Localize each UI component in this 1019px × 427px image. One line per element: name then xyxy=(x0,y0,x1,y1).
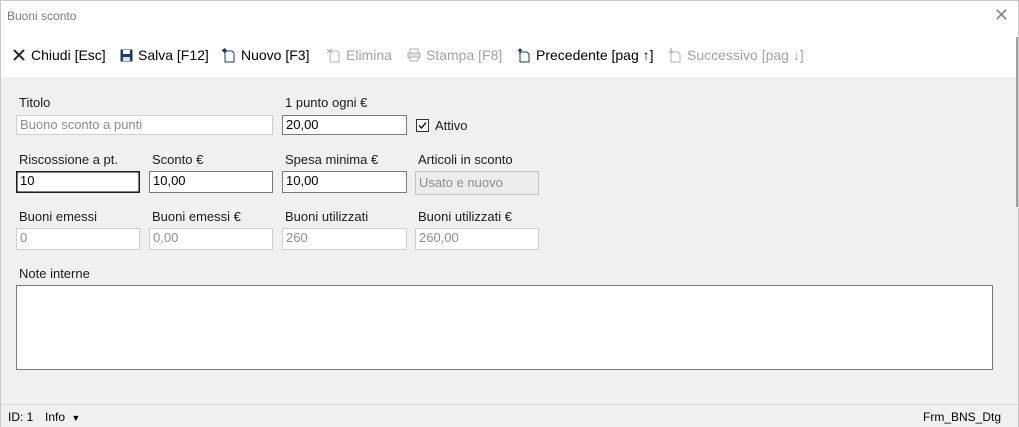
buoni-emessi-label: Buoni emessi xyxy=(19,209,98,224)
buoni-utilizzati-input[interactable]: 260 xyxy=(282,228,407,250)
articoli-label: Articoli in sconto xyxy=(418,152,513,167)
save-button[interactable]: Salva [F12] xyxy=(118,46,209,64)
record-id: ID: 1 xyxy=(8,410,34,424)
next-button[interactable]: Successivo [pag ↓] xyxy=(667,46,804,64)
new-button[interactable]: Nuovo [F3] xyxy=(221,46,309,64)
form-name: Frm_BNS_Dtg xyxy=(923,410,1002,424)
titolo-label: Titolo xyxy=(19,95,51,110)
delete-button[interactable]: Elimina xyxy=(326,46,392,64)
close-x-icon xyxy=(11,47,27,63)
buoni-emessi-eur-input[interactable]: 0,00 xyxy=(149,228,273,250)
print-icon xyxy=(406,47,422,63)
note-textarea[interactable] xyxy=(16,285,993,370)
window-title: Buoni sconto xyxy=(7,9,77,23)
previous-button[interactable]: Precedente [pag ↑] xyxy=(516,46,654,64)
info-dropdown[interactable]: Info ▼ xyxy=(45,410,80,424)
riscossione-label: Riscossione a pt. xyxy=(19,152,118,167)
note-label: Note interne xyxy=(19,266,90,281)
buoni-utilizzati-eur-label: Buoni utilizzati € xyxy=(418,209,512,224)
previous-button-label: Precedente [pag ↑] xyxy=(536,47,654,63)
delete-document-icon xyxy=(326,47,342,63)
title-bar: Buoni sconto ✕ xyxy=(1,1,1018,31)
new-document-icon xyxy=(221,47,237,63)
caret-down-icon: ▼ xyxy=(71,413,81,423)
punto-ogni-label: 1 punto ogni € xyxy=(285,95,368,110)
close-window-icon[interactable]: ✕ xyxy=(994,5,1009,25)
sconto-input[interactable]: 10,00 xyxy=(149,171,273,193)
new-button-label: Nuovo [F3] xyxy=(241,47,310,63)
close-button-label: Chiudi [Esc] xyxy=(31,47,106,63)
spesa-minima-input[interactable]: 10,00 xyxy=(282,171,407,193)
info-label: Info xyxy=(45,410,66,424)
close-button[interactable]: Chiudi [Esc] xyxy=(11,46,106,64)
spesa-minima-label: Spesa minima € xyxy=(285,152,379,167)
previous-document-icon xyxy=(516,47,532,63)
buoni-emessi-input[interactable]: 0 xyxy=(16,228,140,250)
check-icon xyxy=(418,122,427,130)
attivo-checkbox[interactable] xyxy=(416,119,429,132)
buoni-utilizzati-eur-input[interactable]: 260,00 xyxy=(415,228,539,250)
riscossione-input[interactable]: 10 xyxy=(16,171,140,193)
titolo-input[interactable]: Buono sconto a punti xyxy=(16,115,273,135)
toolbar: Chiudi [Esc] Salva [F12] Nuovo [F3] Elim… xyxy=(1,31,1018,77)
delete-button-label: Elimina xyxy=(346,47,392,63)
floppy-disk-icon xyxy=(118,47,134,63)
next-document-icon xyxy=(667,47,683,63)
save-button-label: Salva [F12] xyxy=(138,47,209,63)
next-button-label: Successivo [pag ↓] xyxy=(687,47,804,63)
buoni-emessi-eur-label: Buoni emessi € xyxy=(152,209,241,224)
sconto-label: Sconto € xyxy=(152,152,204,167)
print-button[interactable]: Stampa [F8] xyxy=(406,46,502,64)
attivo-label: Attivo xyxy=(435,118,468,133)
punto-ogni-input[interactable]: 20,00 xyxy=(282,115,407,135)
dialog-window: Buoni sconto ✕ Chiudi [Esc] Salva [F12] … xyxy=(0,0,1019,427)
buoni-utilizzati-label: Buoni utilizzati xyxy=(285,209,369,224)
print-button-label: Stampa [F8] xyxy=(426,47,503,63)
scrollbar-edge xyxy=(1016,37,1018,207)
articoli-select[interactable]: Usato e nuovo xyxy=(415,171,539,195)
status-bar: ID: 1 Info ▼ Frm_BNS_Dtg xyxy=(1,404,1018,427)
